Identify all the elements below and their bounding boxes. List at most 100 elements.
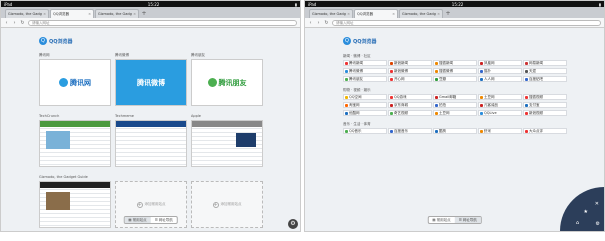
forward-icon[interactable]: › — [316, 20, 321, 26]
nav-link[interactable]: 腾讯新闻 — [343, 60, 387, 66]
speed-dial-item[interactable]: Gizmodo, the Gadget Guide — [39, 175, 111, 231]
nav-link[interactable]: 开心网 — [388, 76, 432, 82]
forward-icon[interactable]: › — [12, 20, 17, 26]
close-icon[interactable]: ✕ — [595, 201, 599, 207]
tab[interactable]: Gizmodo, the Gadg × — [95, 9, 139, 18]
close-icon[interactable]: × — [43, 12, 46, 16]
back-icon[interactable]: ‹ — [308, 20, 313, 26]
site-thumbnail[interactable]: 腾讯微博 — [115, 59, 187, 106]
refresh-icon[interactable]: ↻ — [20, 20, 25, 26]
tab[interactable]: Gizmodo, the Gadg × — [5, 9, 49, 18]
new-tab-button[interactable]: + — [140, 10, 148, 18]
nav-link[interactable]: 新浪新闻 — [388, 60, 432, 66]
tab-active[interactable]: QQ浏览器 × — [354, 9, 398, 18]
nav-link[interactable]: 支付宝 — [523, 102, 567, 108]
refresh-icon[interactable]: ↻ — [324, 20, 329, 26]
nav-link[interactable]: 拍拍 — [433, 102, 477, 108]
nav-link[interactable]: 新浪视频 — [523, 110, 567, 116]
nav-link[interactable]: 搜狐视频 — [523, 94, 567, 100]
tab-strip: Gizmodo, the Gadg × QQ浏览器 × Gizmodo, the G… — [1, 7, 300, 18]
speed-dial-slot[interactable]: + 添加常用站点 — [191, 175, 263, 231]
site-thumbnail[interactable] — [39, 120, 111, 167]
nav-link[interactable]: QQ音乐 — [343, 128, 387, 134]
tab-active[interactable]: QQ浏览器 × — [50, 9, 94, 18]
tab[interactable]: Gizmodo, the Gadg × — [309, 9, 353, 18]
nav-link[interactable]: 人人网 — [478, 76, 522, 82]
nav-link[interactable]: Gmail邮箱 — [433, 94, 477, 100]
nav-link[interactable]: 猫扑 — [478, 68, 522, 74]
browser-logo: Q QQ浏览器 — [39, 36, 300, 46]
back-icon[interactable]: ‹ — [4, 20, 9, 26]
nav-link[interactable]: 腾讯微博 — [343, 68, 387, 74]
nav-link[interactable]: 新浪微博 — [388, 68, 432, 74]
nav-link[interactable]: 搜狐新闻 — [433, 60, 477, 66]
home-icon[interactable]: ⌂ — [576, 220, 579, 226]
list-icon: ☰ — [458, 218, 462, 222]
nav-link[interactable]: 网易新闻 — [523, 60, 567, 66]
logo-dot-icon — [207, 78, 217, 87]
nav-link[interactable]: QQLive — [478, 110, 522, 116]
star-icon[interactable]: ★ — [584, 209, 588, 215]
tab[interactable]: Gizmodo, the Gadg × — [399, 9, 443, 18]
nav-link[interactable]: 百度贴吧 — [523, 76, 567, 82]
nav-link-label: 凡客诚品 — [484, 102, 498, 107]
menu-button[interactable]: ⚙ — [288, 219, 298, 229]
nav-link[interactable]: 天涯 — [523, 68, 567, 74]
add-site-button[interactable]: + 添加常用站点 — [191, 181, 263, 228]
site-thumbnail[interactable]: 腾讯朋友 — [191, 59, 263, 106]
nav-link[interactable]: 腾讯朋友 — [343, 76, 387, 82]
speed-dial-item[interactable]: Apple — [191, 114, 263, 170]
close-icon[interactable]: × — [392, 12, 395, 16]
nav-link[interactable]: 土豆网 — [478, 94, 522, 100]
nav-link[interactable]: QQ游戏 — [388, 94, 432, 100]
section-title: 音乐 · 生活 · 体育 — [343, 122, 371, 126]
nav-link[interactable]: 百度音乐 — [388, 128, 432, 134]
nav-link[interactable]: 土豆网 — [433, 110, 477, 116]
close-icon[interactable]: × — [437, 12, 440, 16]
address-bar[interactable]: 请输入网址 — [28, 19, 297, 26]
radial-menu[interactable]: ⚙ ✕ ★ ⌂ — [560, 187, 604, 231]
tab-common-sites[interactable]: ▦ 常用站点 — [428, 217, 454, 223]
plus-icon: + — [136, 201, 143, 208]
nav-link-label: 百度音乐 — [394, 128, 408, 133]
site-thumbnail[interactable] — [115, 120, 187, 167]
speed-dial-item[interactable]: 腾讯朋友 腾讯朋友 — [191, 53, 263, 109]
site-thumbnail[interactable] — [191, 120, 263, 167]
section-title: 购物 · 视频 · 娱乐 — [343, 88, 371, 92]
close-icon[interactable]: × — [133, 12, 136, 16]
site-favicon-icon — [390, 69, 393, 73]
close-icon[interactable]: × — [347, 12, 350, 16]
nav-link[interactable]: 虾米 — [478, 128, 522, 134]
nav-link[interactable]: 凡客诚品 — [478, 102, 522, 108]
speed-dial-item[interactable]: Techmeme — [115, 114, 187, 170]
nav-section: 购物 · 视频 · 娱乐 QQ空间 QQ游戏 Gmail邮箱 土豆网 搜狐视频 淘宝网 京东商… — [343, 86, 567, 116]
nav-link[interactable]: 京东商城 — [388, 102, 432, 108]
nav-link[interactable]: 搜狐微博 — [433, 68, 477, 74]
tab-url-nav[interactable]: ☰ 网址导航 — [151, 217, 177, 223]
nav-link[interactable]: 凤凰网 — [478, 60, 522, 66]
tab-common-sites[interactable]: ▦ 常用站点 — [124, 217, 151, 223]
tab-url-nav[interactable]: ☰ 网址导航 — [454, 217, 481, 223]
nav-link[interactable]: QQ空间 — [343, 94, 387, 100]
link-grid: QQ音乐 百度音乐 酷狗 虾米 大众点评 — [343, 128, 567, 134]
speed-dial-item[interactable]: 腾讯微博 腾讯微博 — [115, 53, 187, 109]
nav-link-label: QQLive — [484, 111, 497, 115]
settings-icon[interactable]: ⚙ — [596, 221, 600, 227]
tab-label: Gizmodo, the Gadg — [402, 12, 436, 16]
nav-link-label: 搜狐新闻 — [439, 60, 453, 65]
address-bar[interactable]: 请输入网址 — [332, 19, 601, 26]
nav-link[interactable]: 优酷网 — [343, 110, 387, 116]
speed-dial-item[interactable]: TechCrunch — [39, 114, 111, 170]
site-favicon-icon — [525, 129, 528, 133]
nav-link[interactable]: 淘宝网 — [343, 102, 387, 108]
nav-link-label: 拍拍 — [439, 102, 446, 107]
site-thumbnail[interactable] — [39, 181, 111, 228]
nav-link[interactable]: 豆瓣 — [433, 76, 477, 82]
nav-link[interactable]: 大众点评 — [523, 128, 567, 134]
speed-dial-item[interactable]: 腾讯网 腾讯网 — [39, 53, 111, 109]
nav-link[interactable]: 奇艺视频 — [388, 110, 432, 116]
nav-link[interactable]: 酷狗 — [433, 128, 477, 134]
site-thumbnail[interactable]: 腾讯网 — [39, 59, 111, 106]
new-tab-button[interactable]: + — [444, 10, 452, 18]
close-icon[interactable]: × — [88, 12, 91, 16]
